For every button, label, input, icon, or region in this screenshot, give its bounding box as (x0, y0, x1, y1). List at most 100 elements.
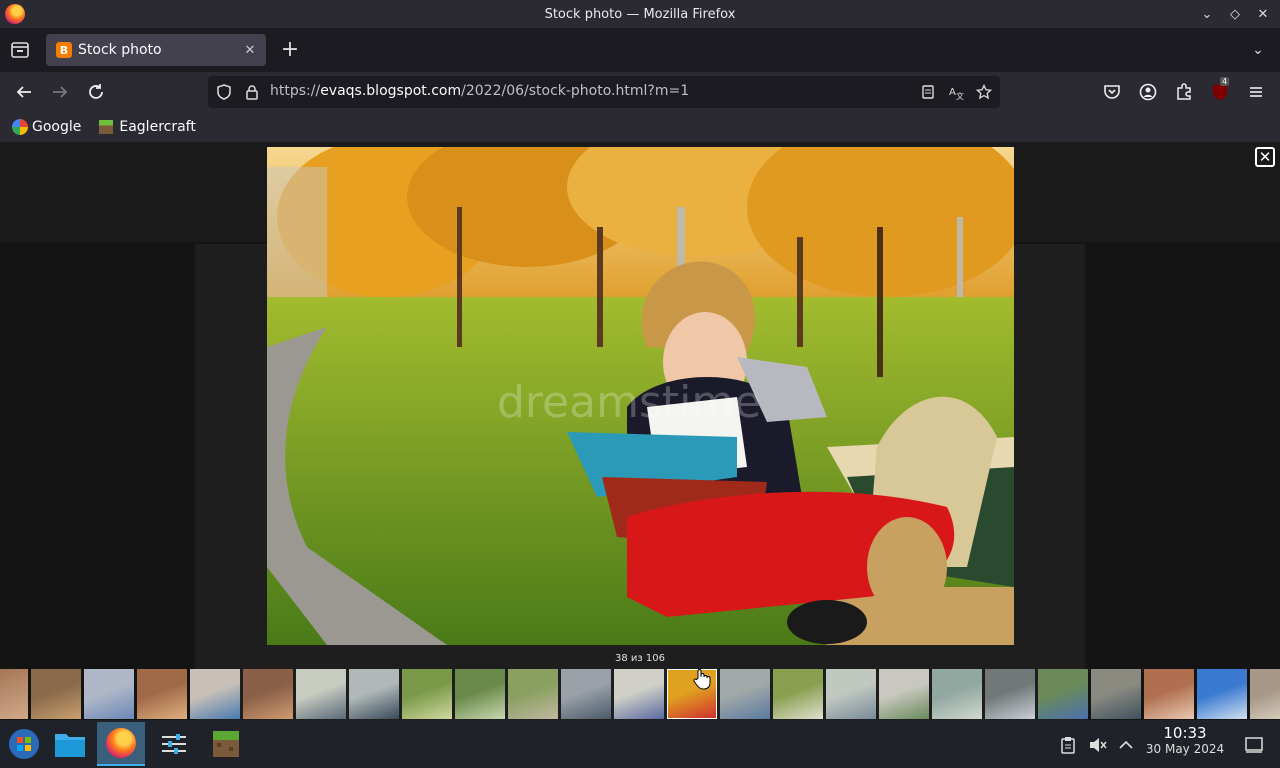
account-icon (1139, 83, 1157, 101)
pocket-button[interactable] (1100, 80, 1124, 104)
tab-strip: B Stock photo ✕ + ⌄ (0, 28, 1280, 72)
window-title: Stock photo — Mozilla Firefox (544, 6, 736, 22)
extension-badge: 4 (1220, 77, 1230, 86)
bookmark-eaglercraft[interactable]: Eaglercraft (99, 119, 196, 135)
thumbnail[interactable] (137, 669, 187, 719)
taskbar-minecraft[interactable] (202, 722, 250, 766)
thumbnail[interactable] (561, 669, 611, 719)
reader-view-icon[interactable] (920, 84, 936, 100)
start-menu-button[interactable] (0, 722, 48, 766)
thumbnail[interactable] (243, 669, 293, 719)
list-all-tabs-button[interactable]: ⌄ (1248, 38, 1268, 62)
thumbnail[interactable] (0, 669, 28, 719)
sliders-icon (162, 734, 186, 754)
thumbnail[interactable] (31, 669, 81, 719)
bookmark-google[interactable]: Google (12, 119, 81, 135)
clock-date: 30 May 2024 (1145, 742, 1225, 756)
navigation-toolbar: https://evaqs.blogspot.com/2022/06/stock… (0, 72, 1280, 112)
forward-button[interactable] (48, 80, 72, 104)
back-button[interactable] (12, 80, 36, 104)
taskbar-file-manager[interactable] (46, 722, 94, 766)
firefox-logo-icon (5, 4, 25, 24)
thumbnail[interactable] (190, 669, 240, 719)
thumbnail[interactable] (508, 669, 558, 719)
thumbnail[interactable] (879, 669, 929, 719)
bookmarks-toolbar: Google Eaglercraft (0, 112, 1280, 142)
show-desktop-icon[interactable] (1244, 736, 1264, 754)
puzzle-icon (1177, 83, 1191, 100)
svg-text:文: 文 (956, 91, 964, 100)
thumbnail[interactable] (773, 669, 823, 719)
url-host: evaqs.blogspot.com (320, 83, 462, 99)
account-button[interactable] (1136, 80, 1160, 104)
new-tab-button[interactable]: + (278, 36, 302, 64)
hand-cursor-icon (693, 669, 711, 690)
grass-block-icon (99, 120, 114, 134)
app-menu-button[interactable] (1244, 80, 1268, 104)
volume-muted-icon[interactable] (1088, 736, 1108, 754)
thumbnail[interactable] (455, 669, 505, 719)
extensions-button[interactable] (1172, 80, 1196, 104)
clipboard-icon[interactable] (1060, 736, 1076, 754)
thumbnail[interactable] (84, 669, 134, 719)
system-taskbar: 10:33 30 May 2024 (0, 720, 1280, 768)
bookmark-star-icon[interactable] (976, 84, 992, 100)
thumbnail[interactable] (1091, 669, 1141, 719)
window-controls: ⌄ ◇ ✕ (1198, 0, 1272, 28)
tab-stock-photo[interactable]: B Stock photo ✕ (46, 34, 266, 66)
thumbnail[interactable] (826, 669, 876, 719)
bookmark-label: Google (32, 119, 82, 135)
thumbnail[interactable] (985, 669, 1035, 719)
image-counter: 38 из 106 (615, 653, 665, 664)
lightbox-close-button[interactable]: ✕ (1255, 147, 1275, 167)
folder-icon (55, 734, 85, 757)
thumbnail[interactable] (1038, 669, 1088, 719)
url-text[interactable]: https://evaqs.blogspot.com/2022/06/stock… (270, 83, 689, 99)
lock-icon[interactable] (244, 84, 260, 100)
translate-icon[interactable]: A文 (948, 84, 964, 100)
close-icon: ✕ (1258, 148, 1272, 166)
thumbnail-strip[interactable] (0, 667, 1280, 720)
hamburger-menu-icon (1250, 87, 1262, 97)
google-favicon-icon (12, 119, 28, 135)
ublock-button[interactable]: 4 (1208, 77, 1232, 104)
start-orb-icon (9, 729, 39, 759)
lightbox-photo[interactable]: dreamstime (267, 147, 1014, 645)
thumbnail[interactable] (402, 669, 452, 719)
thumbnail[interactable] (614, 669, 664, 719)
firefox-view-icon (11, 42, 29, 58)
thumbnail[interactable] (720, 669, 770, 719)
maximize-icon[interactable]: ◇ (1226, 7, 1244, 22)
reload-button[interactable] (84, 80, 108, 104)
bookmark-label: Eaglercraft (119, 119, 196, 135)
pocket-icon (1104, 85, 1120, 99)
url-bar[interactable]: https://evaqs.blogspot.com/2022/06/stock… (208, 76, 1000, 108)
chevron-up-icon[interactable] (1118, 738, 1134, 752)
thumbnail[interactable] (932, 669, 982, 719)
shield-icon[interactable] (216, 84, 232, 100)
arrow-right-icon (53, 86, 68, 98)
thumbnail[interactable] (349, 669, 399, 719)
close-window-icon[interactable]: ✕ (1254, 7, 1272, 22)
thumbnail[interactable] (296, 669, 346, 719)
reload-icon (89, 84, 103, 99)
minimize-icon[interactable]: ⌄ (1198, 7, 1216, 22)
close-tab-icon[interactable]: ✕ (240, 43, 260, 58)
thumbnail[interactable] (1197, 669, 1247, 719)
page-content: dreamstime ✕ 38 из 106 (0, 142, 1280, 720)
url-path: /2022/06/stock-photo.html?m=1 (461, 83, 690, 99)
boy-reading-in-park-image: dreamstime (267, 147, 1014, 645)
system-clock[interactable]: 10:33 30 May 2024 (1140, 724, 1230, 756)
firefox-view-button[interactable] (8, 38, 32, 62)
grass-block-icon (213, 731, 239, 757)
clock-time: 10:33 (1163, 724, 1207, 742)
thumbnail[interactable] (1144, 669, 1194, 719)
taskbar-settings[interactable] (150, 722, 198, 766)
url-scheme: https:// (270, 83, 321, 99)
tab-label: Stock photo (78, 42, 162, 58)
arrow-left-icon (16, 86, 31, 98)
thumbnail[interactable] (1250, 669, 1280, 719)
blogger-favicon-icon: B (56, 42, 72, 58)
window-titlebar: Stock photo — Mozilla Firefox ⌄ ◇ ✕ (0, 0, 1280, 28)
taskbar-firefox[interactable] (97, 722, 145, 766)
